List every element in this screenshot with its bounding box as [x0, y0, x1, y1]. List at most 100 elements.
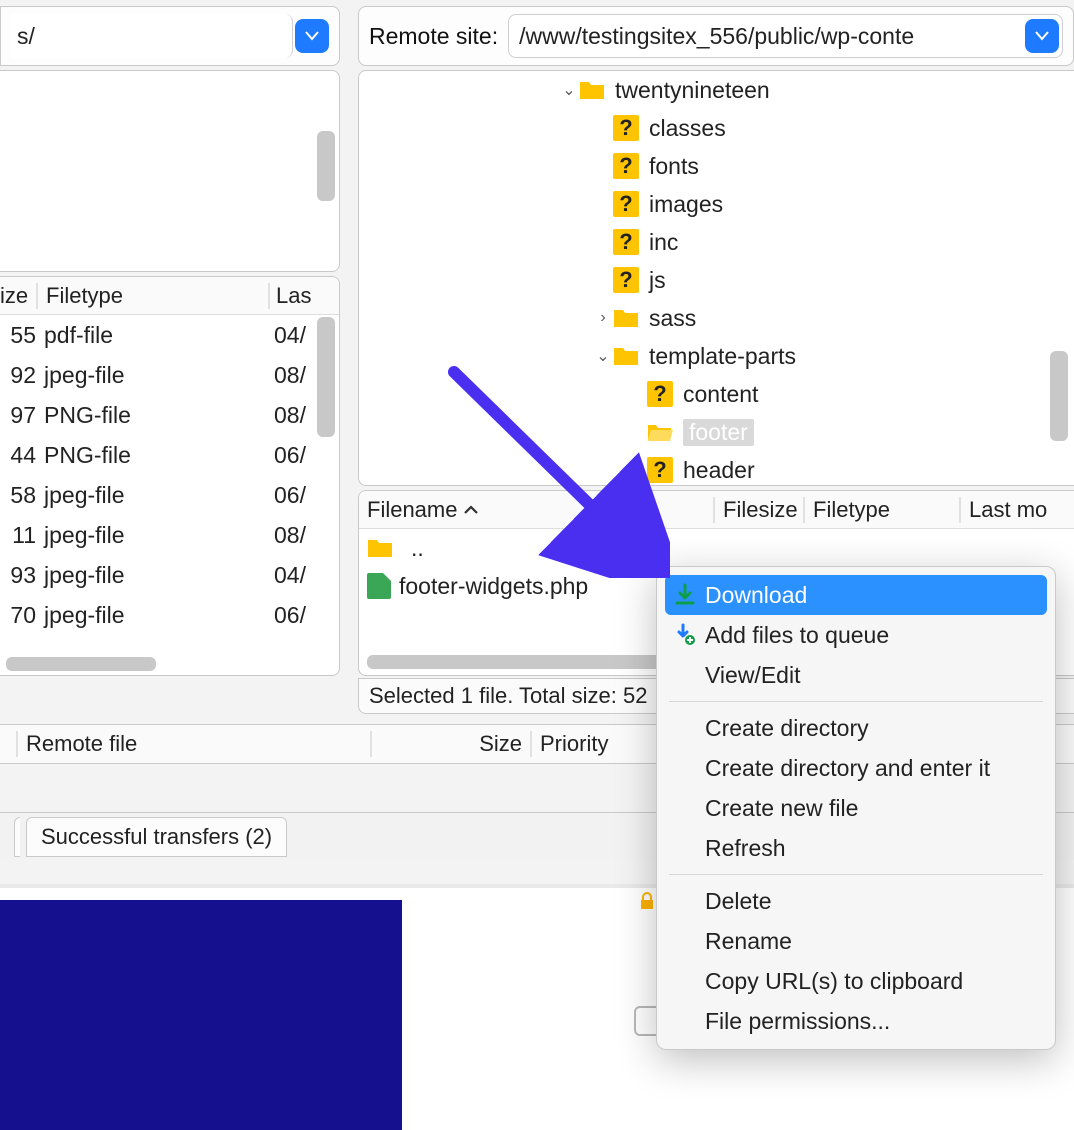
column-filename[interactable]: Filename: [359, 497, 713, 523]
unknown-folder-icon: ?: [647, 457, 673, 483]
scrollbar-vertical[interactable]: [317, 131, 335, 201]
column-last-modified[interactable]: Las: [268, 283, 328, 309]
tree-item[interactable]: ?content: [359, 375, 1074, 413]
menu-delete[interactable]: Delete: [665, 881, 1047, 921]
tree-item[interactable]: ⌄ template-parts: [359, 337, 1074, 375]
disclosure-icon[interactable]: ›: [593, 309, 613, 327]
menu-create-file[interactable]: Create new file: [665, 788, 1047, 828]
tree-item-label: header: [683, 457, 755, 484]
menu-copy-url[interactable]: Copy URL(s) to clipboard: [665, 961, 1047, 1001]
tree-item[interactable]: footer: [359, 413, 1074, 451]
menu-item-label: Copy URL(s) to clipboard: [705, 968, 963, 995]
unknown-folder-icon: ?: [613, 115, 639, 141]
local-site-bar: s/: [0, 6, 340, 66]
column-remote-file[interactable]: Remote file: [16, 731, 370, 757]
sort-ascending-icon: [463, 505, 479, 515]
remote-site-label: Remote site:: [369, 23, 498, 50]
local-path-dropdown-button[interactable]: [295, 19, 329, 53]
tree-item-label: fonts: [649, 153, 699, 180]
column-filesize[interactable]: Filesize: [713, 497, 803, 523]
download-icon: [671, 581, 699, 609]
menu-item-label: Refresh: [705, 835, 786, 862]
list-item[interactable]: 93jpeg-file04/: [0, 555, 339, 595]
list-item[interactable]: 58jpeg-file06/: [0, 475, 339, 515]
tree-item[interactable]: ?inc: [359, 223, 1074, 261]
list-item[interactable]: 97PNG-file08/: [0, 395, 339, 435]
tab-successful-transfers[interactable]: Successful transfers (2): [26, 817, 287, 857]
tree-item-label: template-parts: [649, 343, 796, 370]
cell-size: 93: [0, 562, 36, 589]
menu-create-directory[interactable]: Create directory: [665, 708, 1047, 748]
menu-item-label: Add files to queue: [705, 622, 889, 649]
menu-item-label: Rename: [705, 928, 792, 955]
context-menu: Download Add files to queue View/Edit Cr…: [656, 566, 1056, 1050]
remote-list-header: Filename Filesize Filetype Last mo: [359, 491, 1074, 529]
list-item[interactable]: 11jpeg-file08/: [0, 515, 339, 555]
list-item[interactable]: 55pdf-file04/: [0, 315, 339, 355]
cell-size: 58: [0, 482, 36, 509]
list-item[interactable]: 70jpeg-file06/: [0, 595, 339, 635]
unknown-folder-icon: ?: [613, 191, 639, 217]
list-item[interactable]: ..: [359, 529, 1074, 567]
chevron-down-icon: [1035, 31, 1049, 41]
tree-item[interactable]: ?js: [359, 261, 1074, 299]
column-last-modified[interactable]: Last mo: [959, 497, 1074, 523]
folder-icon: [579, 79, 605, 101]
local-path-input[interactable]: s/: [11, 14, 293, 58]
menu-rename[interactable]: Rename: [665, 921, 1047, 961]
menu-view-edit[interactable]: View/Edit: [665, 655, 1047, 695]
menu-separator: [669, 874, 1043, 875]
tree-item[interactable]: ? header: [359, 451, 1074, 486]
cell-size: 97: [0, 402, 36, 429]
menu-refresh[interactable]: Refresh: [665, 828, 1047, 868]
folder-icon: [613, 307, 639, 329]
tree-item-label: inc: [649, 229, 678, 256]
disclosure-icon[interactable]: ⌄: [559, 80, 579, 100]
remote-site-bar: Remote site: /www/testingsitex_556/publi…: [358, 6, 1074, 66]
menu-download[interactable]: Download: [665, 575, 1047, 615]
menu-add-to-queue[interactable]: Add files to queue: [665, 615, 1047, 655]
menu-file-permissions[interactable]: File permissions...: [665, 1001, 1047, 1041]
cell-last-modified: 04/: [268, 562, 328, 589]
cell-size: 92: [0, 362, 36, 389]
list-item[interactable]: 44PNG-file06/: [0, 435, 339, 475]
column-priority[interactable]: Priority: [530, 731, 660, 757]
cell-size: 70: [0, 602, 36, 629]
menu-item-label: Create new file: [705, 795, 858, 822]
tree-item[interactable]: › sass: [359, 299, 1074, 337]
column-size[interactable]: Size: [370, 731, 530, 757]
tree-item[interactable]: ?classes: [359, 109, 1074, 147]
remote-path-dropdown-button[interactable]: [1025, 19, 1059, 53]
scrollbar-vertical[interactable]: [1050, 351, 1068, 441]
column-size[interactable]: ize: [0, 283, 36, 309]
tab-queued-files[interactable]: [14, 817, 20, 857]
cell-filetype: jpeg-file: [36, 482, 268, 509]
folder-icon: [367, 537, 393, 559]
local-tree-pane[interactable]: [0, 70, 340, 272]
tree-item-label: footer: [683, 419, 754, 446]
remote-path-input[interactable]: /www/testingsitex_556/public/wp-conte: [508, 14, 1063, 58]
menu-create-directory-enter[interactable]: Create directory and enter it: [665, 748, 1047, 788]
scrollbar-horizontal[interactable]: [6, 657, 156, 671]
column-filetype[interactable]: Filetype: [803, 497, 959, 523]
list-item[interactable]: 92jpeg-file08/: [0, 355, 339, 395]
cell-filetype: PNG-file: [36, 442, 268, 469]
cell-last-modified: 06/: [268, 482, 328, 509]
scrollbar-vertical[interactable]: [317, 317, 335, 437]
cell-filename: footer-widgets.php: [399, 573, 588, 600]
cell-size: 55: [0, 322, 36, 349]
tree-item-label: content: [683, 381, 758, 408]
tree-item[interactable]: ⌄ twentynineteen: [359, 71, 1074, 109]
php-file-icon: [367, 573, 391, 599]
menu-item-label: Create directory: [705, 715, 869, 742]
tree-item-label: twentynineteen: [615, 77, 770, 104]
scrollbar-horizontal[interactable]: [367, 655, 667, 669]
cell-last-modified: 06/: [268, 442, 328, 469]
remote-tree-pane[interactable]: ⌄twentynineteen?classes?fonts?images?inc…: [358, 70, 1074, 486]
column-filetype[interactable]: Filetype: [36, 283, 268, 309]
tree-item[interactable]: ?images: [359, 185, 1074, 223]
tree-item[interactable]: ?fonts: [359, 147, 1074, 185]
menu-item-label: Download: [705, 582, 807, 609]
tree-item-label: sass: [649, 305, 696, 332]
disclosure-icon[interactable]: ⌄: [593, 346, 613, 366]
